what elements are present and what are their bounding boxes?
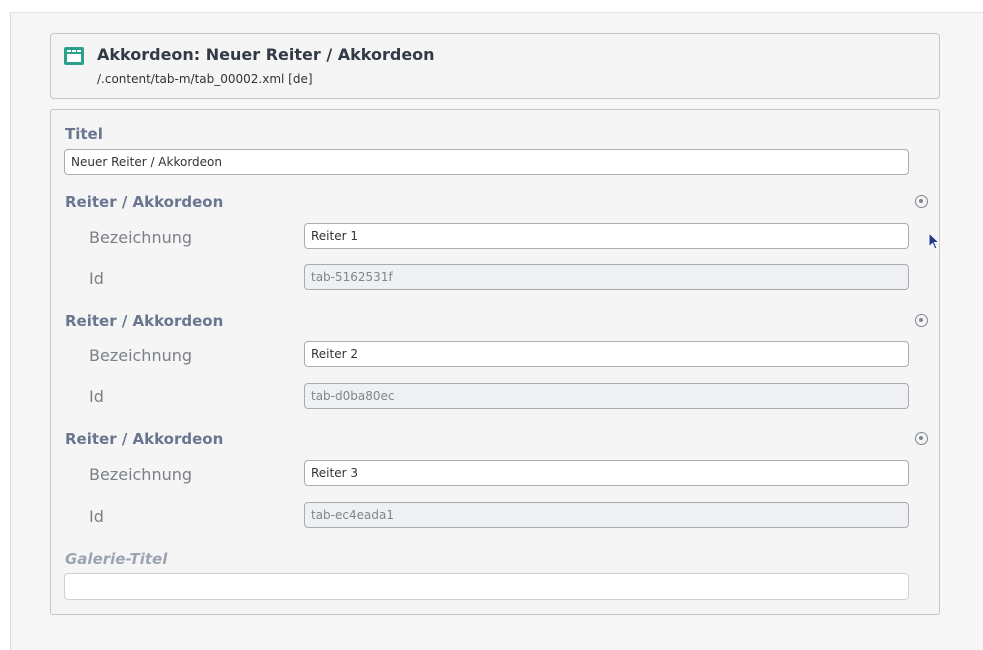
tab-id-field: tab-d0ba80ec xyxy=(304,383,909,409)
tab-section-label: Reiter / Akkordeon xyxy=(65,430,224,448)
form-panel: Titel Neuer Reiter / Akkordeon Reiter / … xyxy=(50,109,940,615)
options-circle-icon[interactable] xyxy=(915,195,928,208)
tab-section-label: Reiter / Akkordeon xyxy=(65,193,224,211)
mouse-pointer-icon xyxy=(928,232,941,250)
tab-name-input[interactable]: Reiter 3 xyxy=(304,460,909,486)
tab-section-label: Reiter / Akkordeon xyxy=(65,312,224,330)
page-title: Akkordeon: Neuer Reiter / Akkordeon xyxy=(97,45,435,64)
gallery-title-input[interactable] xyxy=(64,573,909,600)
tab-id-field: tab-ec4eada1 xyxy=(304,502,909,528)
name-field-label: Bezeichnung xyxy=(89,228,193,247)
tab-id-field: tab-5162531f xyxy=(304,264,909,290)
options-circle-icon[interactable] xyxy=(915,314,928,327)
options-circle-icon[interactable] xyxy=(915,432,928,445)
gallery-title-label: Galerie-Titel xyxy=(65,550,168,568)
content-header: Akkordeon: Neuer Reiter / Akkordeon /.co… xyxy=(50,33,940,99)
tab-name-input[interactable]: Reiter 2 xyxy=(304,341,909,367)
tab-element-icon xyxy=(64,47,84,65)
id-field-label: Id xyxy=(89,269,104,288)
name-field-label: Bezeichnung xyxy=(89,346,193,365)
name-field-label: Bezeichnung xyxy=(89,465,193,484)
title-input[interactable]: Neuer Reiter / Akkordeon xyxy=(64,149,909,175)
id-field-label: Id xyxy=(89,387,104,406)
resource-path: /.content/tab-m/tab_00002.xml [de] xyxy=(97,72,313,86)
tab-name-input[interactable]: Reiter 1 xyxy=(304,223,909,249)
id-field-label: Id xyxy=(89,507,104,526)
title-field-label: Titel xyxy=(65,125,103,143)
